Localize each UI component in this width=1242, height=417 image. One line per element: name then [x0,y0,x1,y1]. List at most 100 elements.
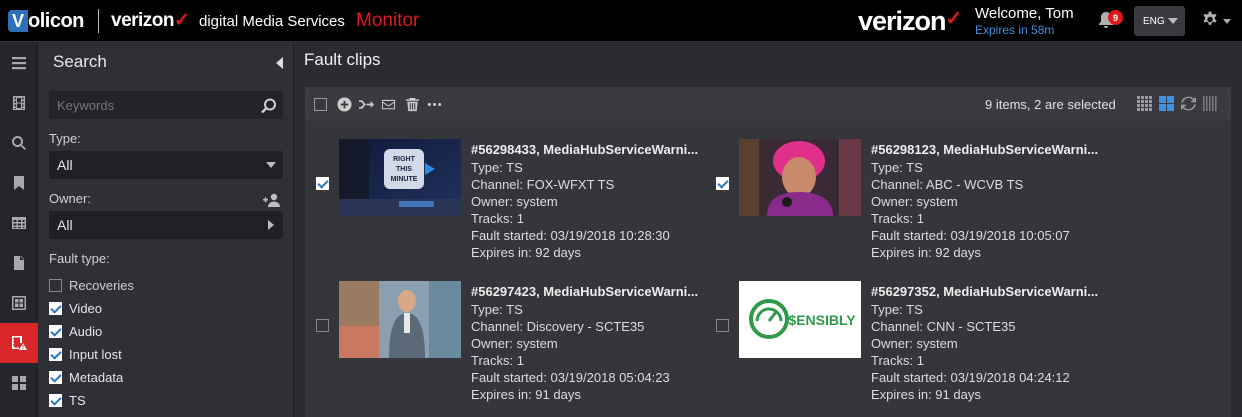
clip-checkbox[interactable] [316,177,329,190]
clip-card[interactable]: #56297423, MediaHubServiceWarni... Type:… [305,281,705,411]
svg-text:RIGHT: RIGHT [393,156,416,163]
language-value: ENG [1143,15,1165,27]
owner-select[interactable]: All [49,211,283,239]
add-icon[interactable] [335,95,353,113]
clip-checkbox[interactable] [316,319,329,332]
clip-channel: Channel: ABC - WCVB TS [871,177,1024,192]
volicon-logo[interactable]: V olicon [8,8,84,34]
checkbox[interactable] [49,370,62,384]
grid-large-view-icon[interactable] [1159,96,1175,112]
fault-type-label-text: Video [69,300,103,316]
fault-clips-icon[interactable] [0,323,38,363]
refresh-icon[interactable] [1181,96,1197,112]
checkbox[interactable] [49,347,62,361]
table-icon[interactable] [0,203,38,243]
checkbox[interactable] [49,278,62,292]
volicon-v-badge: V [8,10,28,32]
more-icon[interactable] [425,95,443,113]
clip-fault-started: Fault started: 03/19/2018 10:05:07 [871,228,1070,243]
checkbox[interactable] [49,324,62,338]
clip-title[interactable]: #56297352, MediaHubServiceWarni... [871,284,1098,299]
clip-card[interactable]: #56298123, MediaHubServiceWarni... Type:… [705,139,1105,269]
clip-expires: Expires in: 92 days [871,245,981,260]
clip-fault-started: Fault started: 03/19/2018 10:28:30 [471,228,670,243]
selection-count: 9 items, 2 are selected [985,97,1116,112]
app-name: Monitor [356,10,420,31]
fault-type-label-text: Input lost [69,346,122,362]
clip-type: Type: TS [471,160,523,175]
checkbox[interactable] [49,301,62,315]
clip-type: Type: TS [471,302,523,317]
merge-icon[interactable] [357,95,375,113]
chevron-down-icon [1223,19,1231,24]
fault-type-ts[interactable]: TS [49,391,86,409]
clip-expires: Expires in: 91 days [471,387,581,402]
clip-card[interactable]: RIGHT THIS MINUTE #56298433, MediaHubSer… [305,139,705,269]
type-select-value: All [57,157,73,173]
brand-subtitle: digital Media Services [199,13,345,30]
clip-card[interactable]: $ENSIBLY #56297352, MediaHubServiceWarni… [705,281,1105,411]
fault-type-label-text: Recoveries [69,277,135,293]
svg-text:MINUTE: MINUTE [391,176,418,183]
fault-type-metadata[interactable]: Metadata [49,368,123,386]
bookmark-icon[interactable] [0,163,38,203]
clip-owner: Owner: system [871,194,958,209]
fault-type-input-lost[interactable]: Input lost [49,345,122,363]
select-all-checkbox[interactable] [311,95,329,113]
svg-text:THIS: THIS [396,166,412,173]
clip-thumbnail[interactable] [739,139,861,216]
thumbnail-logo-text: $ENSIBLY [788,312,856,328]
clip-thumbnail[interactable]: RIGHT THIS MINUTE [339,139,461,216]
top-bar: V olicon verizon✓ digital Media Services… [0,0,1242,42]
document-icon[interactable] [0,243,38,283]
fault-type-video[interactable]: Video [49,299,102,317]
verizon-brand: verizon✓ [111,9,190,32]
owner-select-value: All [57,217,73,233]
settings-gear-icon[interactable] [1200,10,1234,32]
checkbox[interactable] [49,393,62,407]
main-content: Fault clips 9 items, 2 are selected RIGH… [295,43,1242,417]
left-nav-rail [0,43,38,417]
clip-title[interactable]: #56298433, MediaHubServiceWarni... [471,142,698,157]
type-select[interactable]: All [49,151,283,179]
search-icon[interactable] [0,123,38,163]
clip-channel: Channel: CNN - SCTE35 [871,319,1016,334]
filmstrip-view-icon[interactable] [1203,96,1219,112]
clip-type: Type: TS [871,160,923,175]
session-expires: Expires in 58m [975,23,1055,37]
language-select[interactable]: ENG [1134,6,1185,36]
keywords-input[interactable] [49,91,283,119]
collapse-panel-icon[interactable] [276,57,283,69]
grid-window-icon[interactable] [0,283,38,323]
delete-icon[interactable] [403,95,421,113]
menu-icon[interactable] [0,43,38,83]
clip-fault-started: Fault started: 03/19/2018 04:24:12 [871,370,1070,385]
clip-title[interactable]: #56297423, MediaHubServiceWarni... [471,284,698,299]
dashboard-icon[interactable] [0,363,38,403]
fault-type-label-text: Metadata [69,369,124,385]
chevron-down-icon [266,162,276,168]
fault-type-audio[interactable]: Audio [49,322,102,340]
clip-tracks: Tracks: 1 [471,211,524,226]
clip-title[interactable]: #56298123, MediaHubServiceWarni... [871,142,1098,157]
clip-checkbox[interactable] [716,319,729,332]
notifications-bell-icon[interactable]: 9 [1096,10,1123,32]
clip-expires: Expires in: 92 days [471,245,581,260]
clip-checkbox[interactable] [716,177,729,190]
film-icon[interactable] [0,83,38,123]
notification-count-badge: 9 [1108,10,1123,25]
search-panel: Search Type: All Owner: All Fault type: … [38,43,294,417]
clips-grid: RIGHT THIS MINUTE #56298433, MediaHubSer… [305,121,1231,417]
clip-thumbnail[interactable]: $ENSIBLY [739,281,861,358]
clip-owner: Owner: system [471,194,558,209]
grid-small-view-icon[interactable] [1137,96,1153,112]
welcome-text[interactable]: Welcome, Tom [975,5,1074,22]
clip-thumbnail[interactable] [339,281,461,358]
volicon-logo-text: olicon [28,9,84,32]
search-panel-title: Search [53,52,107,71]
add-user-icon[interactable] [263,193,281,207]
search-icon[interactable] [260,97,278,115]
fault-type-recoveries[interactable]: Recoveries [49,276,134,294]
email-icon[interactable] [379,95,397,113]
clip-tracks: Tracks: 1 [471,353,524,368]
